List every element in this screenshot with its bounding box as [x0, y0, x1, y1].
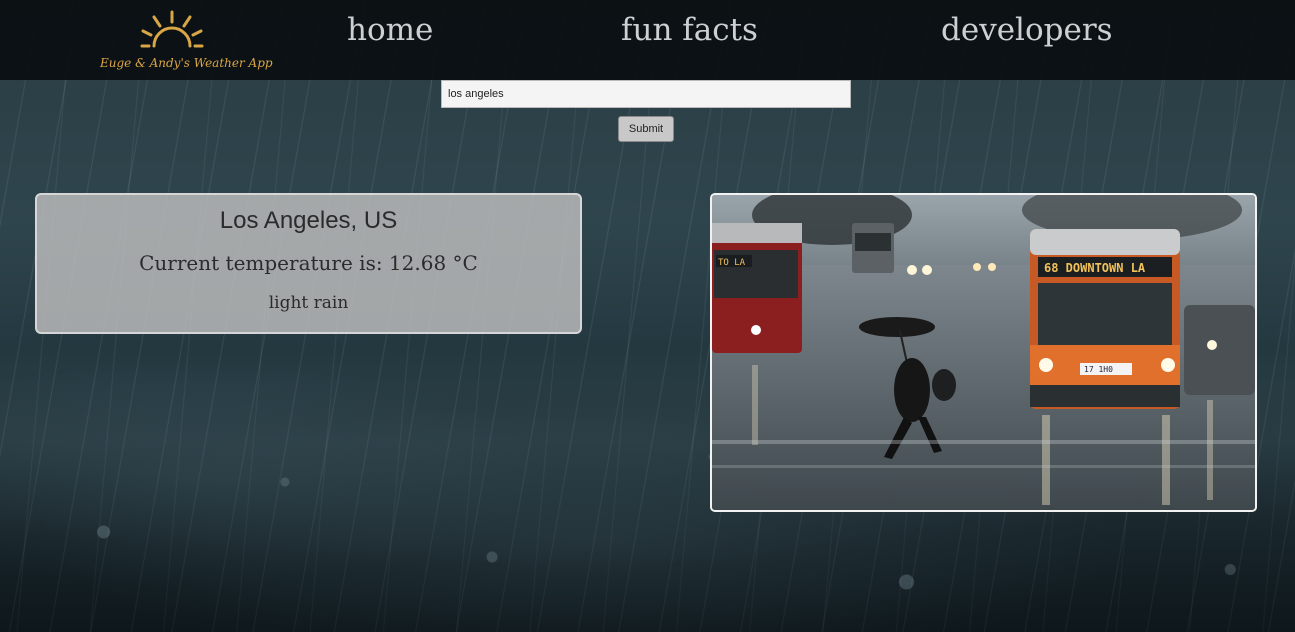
weather-card: Los Angeles, US Current temperature is: … [35, 193, 582, 334]
current-temperature: Current temperature is: 12.68 °C [139, 251, 478, 275]
bus-destination-sign: 68 DOWNTOWN LA [1044, 261, 1146, 275]
left-bus-sign: TO LA [718, 258, 746, 268]
city-search-input[interactable] [441, 80, 851, 108]
bus-license-plate: 17 1H0 [1084, 365, 1113, 374]
nav-home-link[interactable]: home [347, 12, 433, 48]
app-logo[interactable]: Euge & Andy's Weather App [100, 6, 273, 76]
sun-icon [140, 10, 204, 48]
submit-button[interactable]: Submit [618, 116, 674, 142]
navbar: Euge & Andy's Weather App home fun facts… [0, 0, 1295, 80]
logo-text: Euge & Andy's Weather App [100, 56, 273, 70]
nav-fun-facts-link[interactable]: fun facts [621, 12, 758, 48]
rainy-street-photo: TO LA 68 DOWNTOWN LA 17 1H0 [712, 195, 1255, 510]
weather-description: light rain [268, 293, 349, 313]
nav-developers-link[interactable]: developers [941, 12, 1113, 48]
city-name: Los Angeles, US [219, 207, 398, 234]
city-weather-photo: TO LA 68 DOWNTOWN LA 17 1H0 [710, 193, 1257, 512]
